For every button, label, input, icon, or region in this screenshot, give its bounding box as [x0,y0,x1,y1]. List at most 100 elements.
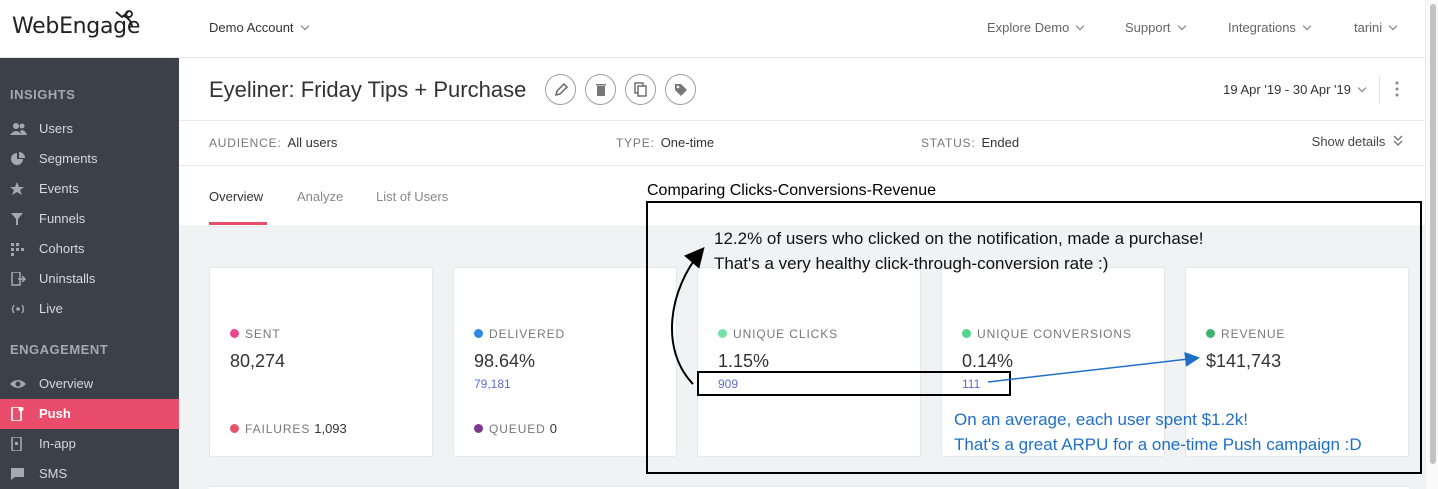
failures-label: FAILURES [245,422,311,436]
delivered-label-text: DELIVERED [489,327,566,341]
pencil-icon [554,82,569,97]
sidebar-item-events[interactable]: Events [0,174,179,204]
delivered-value: 98.64% [474,351,536,371]
sidebar-item-label: Live [39,301,63,316]
insights-heading: INSIGHTS [10,87,76,102]
queued-label: QUEUED [489,422,546,436]
active-tab-indicator [209,222,267,225]
sidebar-item-label: Funnels [39,211,86,226]
star-icon [10,182,24,195]
delivered-label: DELIVERED [474,327,565,341]
sidebar-item-label: Overview [39,376,94,391]
chevron-down-icon [1076,21,1085,31]
sidebar-item-uninstalls[interactable]: Uninstalls [0,264,179,294]
audience-label: AUDIENCE: [209,136,282,150]
divider [1379,75,1380,103]
delivered-card: DELIVERED 98.64% 79,181 QUEUED 0 [453,267,677,457]
chevron-down-icon [1302,21,1312,31]
sent-dot [230,329,239,338]
nav-integrations[interactable]: Integrations [1228,20,1312,35]
annotation-highlight-box [697,371,1011,396]
top-bar: WebEngage Demo Account Explore Demo Supp… [0,0,1438,58]
date-range-picker[interactable]: 19 Apr '19 - 30 Apr '19 [1223,82,1367,97]
campaign-meta: AUDIENCE: All users TYPE: One-time STATUS:… [179,121,1425,166]
annotation-box-title: Comparing Clicks-Conversions-Revenue [647,182,936,199]
sidebar-item-in-app[interactable]: In-app [0,429,179,459]
show-details-toggle[interactable]: Show details [1312,134,1403,149]
account-name: Demo Account [209,20,294,35]
chevron-down-icon [1388,21,1398,31]
broadcast-icon [11,304,25,314]
sidebar: INSIGHTS Users Segments Events Funnels C… [0,58,179,489]
sidebar-item-push[interactable]: Push [0,399,179,429]
sidebar-item-label: Users [39,121,73,136]
sent-card: SENT 80,274 FAILURES 1,093 [209,267,433,457]
delete-button[interactable] [585,74,616,105]
annotation-clicks-line-1: 12.2% of users who clicked on the notifi… [714,229,1204,248]
pie-chart-icon [11,152,25,165]
failures-stat: FAILURES 1,093 [230,421,347,436]
account-switcher[interactable]: Demo Account [209,20,309,35]
sent-value: 80,274 [230,351,286,371]
sidebar-item-label: In-app [39,436,76,451]
page-title: Eyeliner: Friday Tips + Purchase [209,77,527,102]
sidebar-item-users[interactable]: Users [0,114,179,144]
sidebar-item-funnels[interactable]: Funnels [0,204,179,234]
uninstall-icon [11,272,27,286]
scrollbar-thumb[interactable] [1430,4,1436,464]
double-chevron-down-icon [1393,135,1403,146]
mobile-push-icon [11,407,24,421]
failures-value: 1,093 [314,421,347,436]
chevron-down-icon [300,21,309,31]
annotation-arpu-note: On an average, each user spent $1.2k! Th… [954,407,1362,457]
sidebar-item-label: Push [39,406,71,421]
tab-analyze[interactable]: Analyze [297,189,343,204]
sidebar-item-sms[interactable]: SMS [0,459,179,489]
nav-explore-demo[interactable]: Explore Demo [987,20,1085,35]
chevron-down-icon [1177,21,1186,31]
queued-value: 0 [549,421,557,436]
annotation-clicks-note: 12.2% of users who clicked on the notifi… [714,226,1204,276]
eye-icon [10,380,26,388]
edit-button[interactable] [545,74,576,105]
campaign-header: Eyeliner: Friday Tips + Purchase 19 Apr … [179,58,1425,121]
show-details-label: Show details [1311,134,1386,149]
type-value: One-time [660,135,715,150]
sidebar-item-label: Segments [39,151,98,166]
nav-label: Integrations [1228,20,1296,35]
tab-list-of-users[interactable]: List of Users [376,189,448,204]
tag-button[interactable] [665,74,696,105]
delivered-count-link[interactable]: 79,181 [474,377,511,391]
scrollbar[interactable] [1425,0,1438,489]
bird-logo-icon [115,10,133,27]
more-options-icon[interactable] [1395,81,1399,97]
annotation-arpu-line-1: On an average, each user spent $1.2k! [954,410,1248,429]
audience-meta: AUDIENCE: All users [209,135,337,150]
nav-support[interactable]: Support [1125,20,1186,35]
sidebar-item-label: Uninstalls [39,271,96,286]
trash-icon [596,84,606,96]
user-menu[interactable]: tarini [1354,20,1398,35]
annotation-clicks-line-2: That's a very healthy click-through-conv… [714,254,1109,273]
sidebar-item-label: Cohorts [39,241,85,256]
sidebar-item-label: SMS [39,466,68,481]
date-range-label: 19 Apr '19 - 30 Apr '19 [1223,82,1351,97]
sidebar-item-segments[interactable]: Segments [0,144,179,174]
nav-label: Explore Demo [987,20,1070,35]
chat-bubble-icon [11,468,24,480]
grid-dots-icon [11,243,24,256]
sidebar-item-overview[interactable]: Overview [0,369,179,399]
sidebar-item-live[interactable]: Live [0,294,179,324]
chevron-down-icon [1357,83,1367,93]
failures-dot [230,424,239,433]
queued-stat: QUEUED 0 [474,421,557,436]
nav-label: Support [1125,20,1171,35]
tab-overview[interactable]: Overview [209,189,263,204]
type-label: TYPE: [616,136,655,150]
users-icon [10,123,27,135]
type-meta: TYPE: One-time [616,135,714,150]
sidebar-item-cohorts[interactable]: Cohorts [0,234,179,264]
duplicate-button[interactable] [625,74,656,105]
sidebar-item-label: Events [39,181,79,196]
funnel-icon [11,213,23,225]
